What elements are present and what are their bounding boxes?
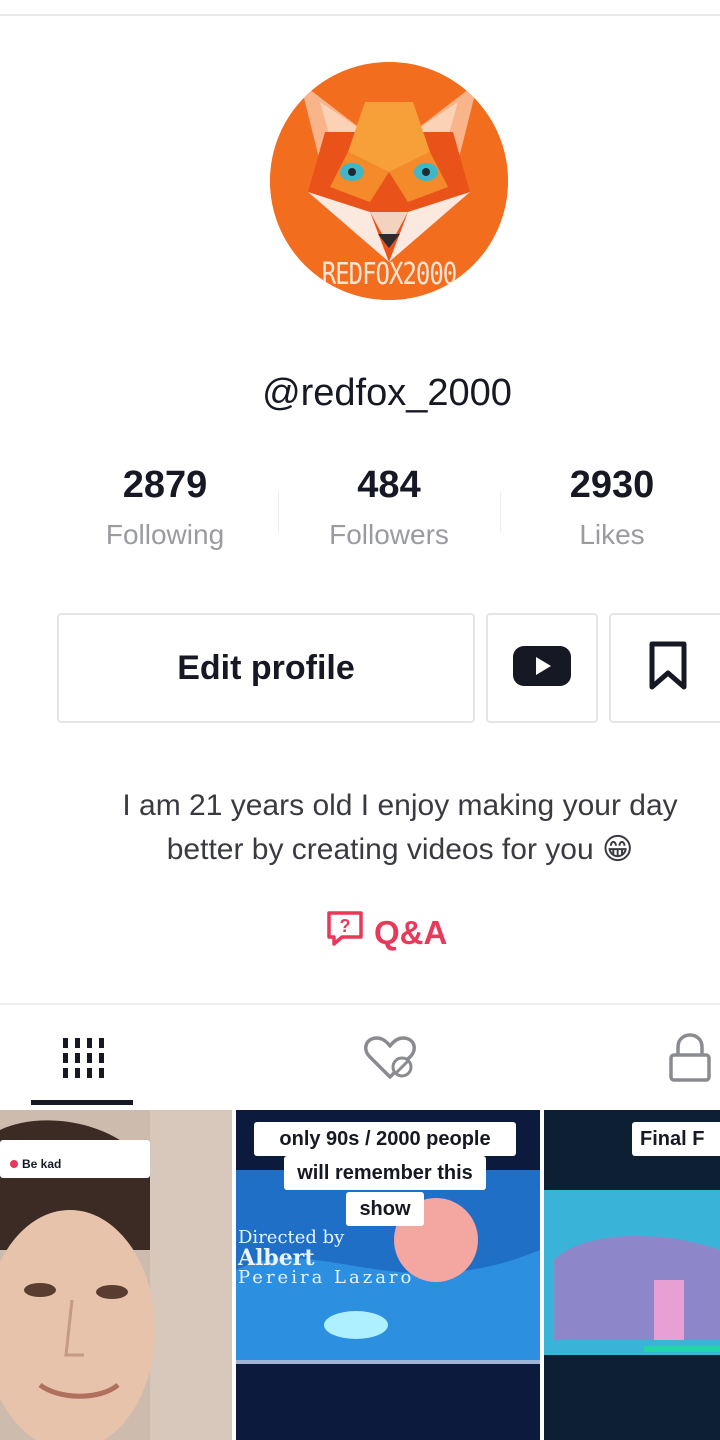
profile-avatar[interactable]: REDFOX2000 bbox=[270, 62, 508, 300]
video-caption: will remember this bbox=[284, 1156, 486, 1190]
overlay-line: Albert bbox=[238, 1245, 315, 1271]
youtube-icon bbox=[513, 645, 571, 691]
video-caption: Final F bbox=[632, 1122, 720, 1156]
bio-line: I am 21 years old I enjoy making your da… bbox=[122, 789, 678, 822]
edit-profile-button[interactable]: Edit profile bbox=[57, 613, 475, 723]
caption-line: only 90s / 2000 people bbox=[279, 1128, 491, 1150]
following-count: 2879 bbox=[122, 464, 208, 506]
tab-videos[interactable] bbox=[40, 1025, 124, 1095]
bio-line: better by creating videos for you 😁 bbox=[166, 833, 634, 866]
video-overlay-text: Directed by Albert Pereira Lazaro bbox=[238, 1228, 414, 1288]
followers-label: Followers bbox=[329, 519, 449, 550]
video-caption: show bbox=[346, 1192, 424, 1226]
avatar-caption: REDFOX2000 bbox=[321, 256, 458, 292]
top-divider bbox=[0, 14, 720, 16]
game-scene-image bbox=[544, 1110, 720, 1440]
stat-followers[interactable]: 484 Followers bbox=[279, 464, 499, 551]
tab-liked[interactable] bbox=[350, 1025, 430, 1095]
profile-bio: I am 21 years old I enjoy making your da… bbox=[40, 784, 720, 872]
overlay-line: Pereira Lazaro bbox=[238, 1267, 415, 1288]
likes-label: Likes bbox=[579, 519, 645, 550]
caption-dot bbox=[10, 1160, 18, 1168]
qa-label: Q&A bbox=[374, 914, 448, 951]
svg-text:?: ? bbox=[340, 916, 351, 936]
username: @redfox_2000 bbox=[262, 372, 512, 414]
tab-private[interactable] bbox=[660, 1025, 720, 1095]
bookmark-icon bbox=[648, 641, 688, 696]
stat-divider bbox=[500, 492, 501, 532]
video-thumbnail[interactable]: Final F bbox=[544, 1110, 720, 1440]
tabs-divider bbox=[0, 1003, 720, 1005]
video-thumbnail[interactable]: Directed by Albert Pereira Lazaro only 9… bbox=[236, 1110, 540, 1440]
caption-text: Be kad bbox=[22, 1157, 62, 1171]
caption-line: show bbox=[359, 1198, 411, 1220]
lock-icon bbox=[668, 1032, 712, 1088]
video-caption: Be kad bbox=[0, 1140, 150, 1178]
liked-hidden-icon bbox=[362, 1035, 418, 1086]
following-label: Following bbox=[105, 519, 225, 550]
youtube-button[interactable] bbox=[486, 613, 598, 723]
likes-count: 2930 bbox=[569, 464, 655, 506]
bookmark-button[interactable] bbox=[609, 613, 720, 723]
qa-icon: ? bbox=[326, 910, 374, 956]
active-tab-indicator bbox=[31, 1100, 133, 1105]
qa-link[interactable]: ? Q&A bbox=[326, 910, 447, 956]
grid-icon bbox=[60, 1036, 104, 1085]
video-caption: only 90s / 2000 people bbox=[254, 1122, 516, 1156]
stat-likes[interactable]: 2930 Likes bbox=[502, 464, 720, 551]
stat-following[interactable]: 2879 Following bbox=[55, 464, 275, 551]
followers-count: 484 bbox=[357, 464, 421, 506]
caption-line: will remember this bbox=[297, 1162, 473, 1184]
video-thumbnail[interactable]: Be kad bbox=[0, 1110, 232, 1440]
